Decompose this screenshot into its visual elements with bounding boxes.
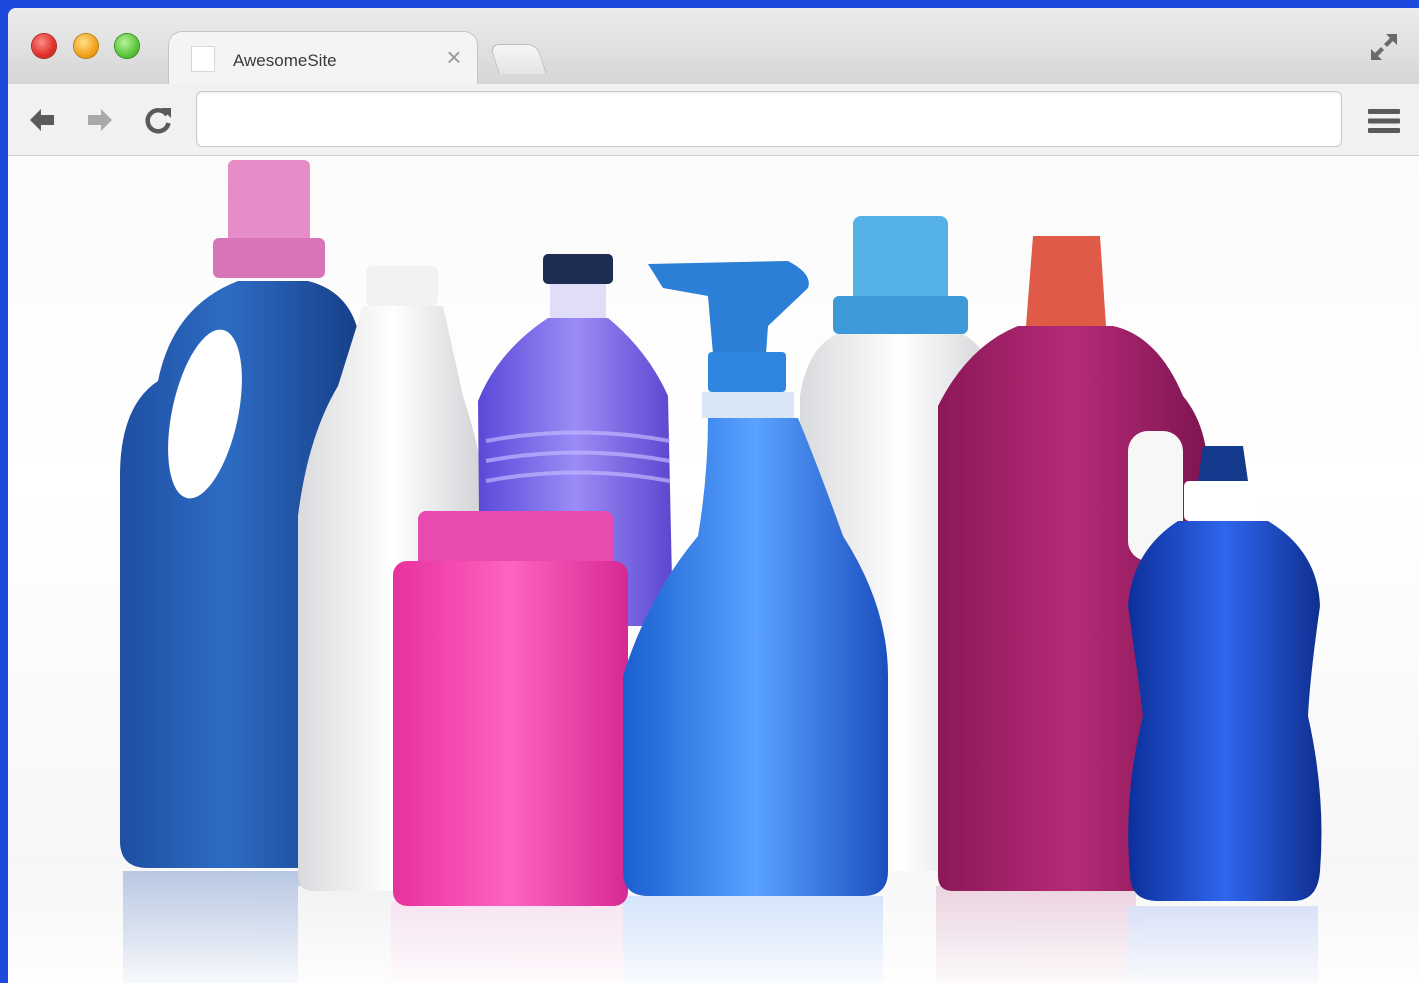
- new-tab-button[interactable]: [489, 44, 547, 74]
- hamburger-menu-icon[interactable]: [1367, 106, 1401, 136]
- url-input[interactable]: [197, 92, 1341, 146]
- tab-title: AwesomeSite: [233, 51, 337, 70]
- navigation-toolbar: [8, 84, 1419, 156]
- reload-icon[interactable]: [140, 102, 176, 138]
- cleaning-bottles-photo: [8, 160, 1419, 983]
- tab-close-icon[interactable]: ×: [441, 44, 467, 70]
- page-content: [8, 156, 1419, 983]
- back-arrow-icon[interactable]: [24, 102, 60, 138]
- forward-arrow-icon[interactable]: [82, 102, 118, 138]
- pink-canister: [393, 511, 628, 906]
- address-bar[interactable]: [196, 91, 1342, 147]
- title-bar: AwesomeSite ×: [8, 8, 1419, 84]
- active-tab[interactable]: AwesomeSite ×: [168, 31, 478, 84]
- page-favicon-icon: [191, 46, 215, 72]
- browser-window: AwesomeSite ×: [8, 8, 1419, 983]
- minimize-window-button[interactable]: [74, 34, 98, 58]
- maximize-window-button[interactable]: [115, 34, 139, 58]
- close-window-button[interactable]: [32, 34, 56, 58]
- fullscreen-icon[interactable]: [1367, 30, 1401, 64]
